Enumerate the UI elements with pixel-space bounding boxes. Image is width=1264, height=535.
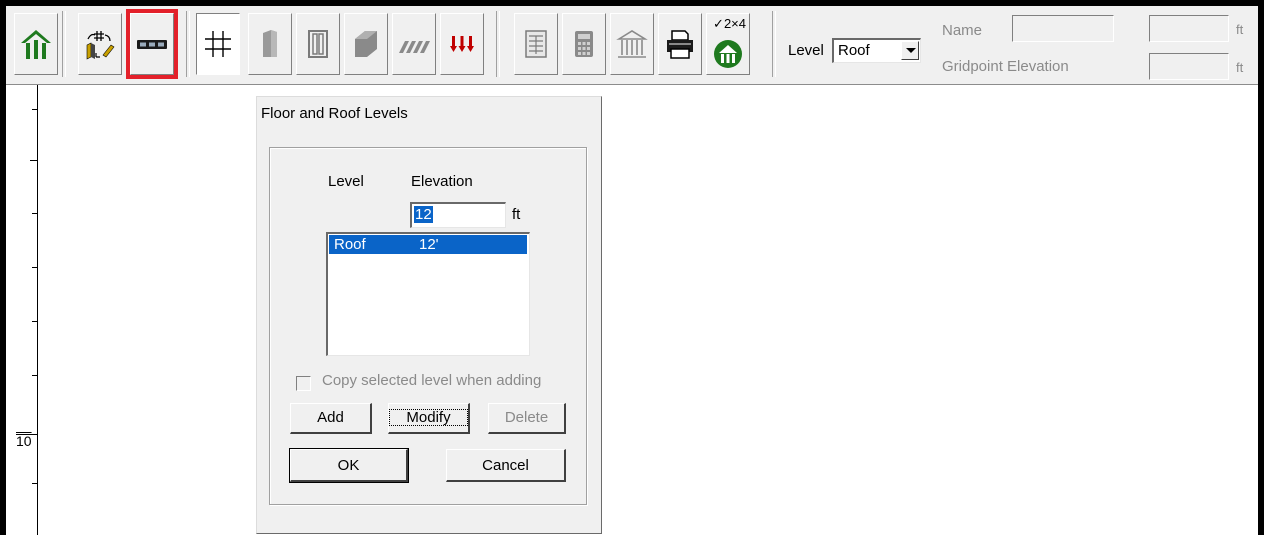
vertical-ruler — [37, 85, 38, 535]
level-column-header: Level — [328, 173, 364, 190]
top-ft-field[interactable] — [1149, 15, 1229, 42]
lateral-load-button[interactable] — [392, 13, 436, 75]
copy-level-checkbox[interactable] — [296, 376, 311, 391]
level-label: Level — [788, 42, 824, 59]
wood-2x4-badge: ✓2×4 — [713, 16, 746, 31]
grid-layout-tool-icon — [86, 31, 115, 60]
top-ft-unit: ft — [1236, 22, 1244, 37]
structure-button[interactable] — [610, 13, 654, 75]
delete-button[interactable]: Delete — [488, 403, 566, 434]
gravity-load-icon — [450, 36, 474, 52]
calculator-button[interactable] — [562, 13, 606, 75]
wood-2x4-button[interactable]: ✓2×4 — [706, 13, 750, 75]
elevation-input-value: 12 — [414, 206, 433, 223]
print-button[interactable] — [658, 13, 702, 75]
report-table-button[interactable] — [514, 13, 558, 75]
elevation-column-header: Elevation — [411, 173, 473, 190]
floor-roof-levels-icon — [137, 40, 167, 49]
chevron-down-icon[interactable] — [901, 41, 919, 60]
name-field[interactable] — [1012, 15, 1114, 42]
levels-list[interactable]: Roof 12' — [326, 232, 530, 356]
slab-button[interactable] — [344, 13, 388, 75]
level-select[interactable]: Roof — [832, 38, 921, 63]
name-label: Name — [942, 22, 983, 39]
list-item[interactable]: Roof 12' — [329, 235, 527, 254]
structure-icon — [616, 30, 648, 58]
cancel-button[interactable]: Cancel — [446, 449, 566, 482]
printer-icon — [667, 30, 693, 59]
modify-button[interactable]: Modify — [388, 403, 470, 434]
list-item-level: Roof — [334, 236, 366, 253]
app-window: ✓2×4 Level Roof Name Gridpoint Elevation… — [6, 6, 1258, 535]
wall-panel-button[interactable] — [248, 13, 292, 75]
floor-roof-levels-button[interactable] — [126, 9, 178, 79]
copy-level-label: Copy selected level when adding — [322, 372, 542, 389]
gridpoint-ft-unit: ft — [1236, 60, 1244, 75]
home-building-icon — [21, 30, 51, 59]
elevation-input[interactable]: 12 — [410, 202, 506, 228]
elevation-unit: ft — [512, 206, 521, 223]
column-icon — [308, 30, 328, 58]
calculator-icon — [575, 31, 593, 57]
drawing-canvas[interactable]: 10 — [6, 85, 1258, 535]
gridpoint-elevation-field[interactable] — [1149, 53, 1229, 80]
dialog-title: Floor and Roof Levels — [261, 105, 408, 122]
grid-button[interactable] — [196, 13, 240, 75]
wall-panel-icon — [263, 30, 277, 57]
wood-2x4-icon — [714, 40, 742, 68]
ruler-label: 10 — [16, 433, 32, 449]
list-item-elevation: 12' — [419, 236, 439, 253]
grid-icon — [205, 31, 231, 57]
slab-icon — [355, 31, 377, 57]
column-button[interactable] — [296, 13, 340, 75]
ok-button[interactable]: OK — [289, 448, 409, 483]
gridpoint-elevation-label: Gridpoint Elevation — [942, 58, 1069, 75]
home-building-button[interactable] — [14, 13, 58, 75]
grid-layout-tool-button[interactable] — [78, 13, 122, 75]
level-select-value: Roof — [838, 42, 870, 59]
gravity-load-button[interactable] — [440, 13, 484, 75]
lateral-load-icon — [399, 41, 430, 53]
main-toolbar: ✓2×4 Level Roof Name Gridpoint Elevation… — [6, 6, 1258, 85]
add-button[interactable]: Add — [290, 403, 372, 434]
report-table-icon — [525, 30, 547, 58]
